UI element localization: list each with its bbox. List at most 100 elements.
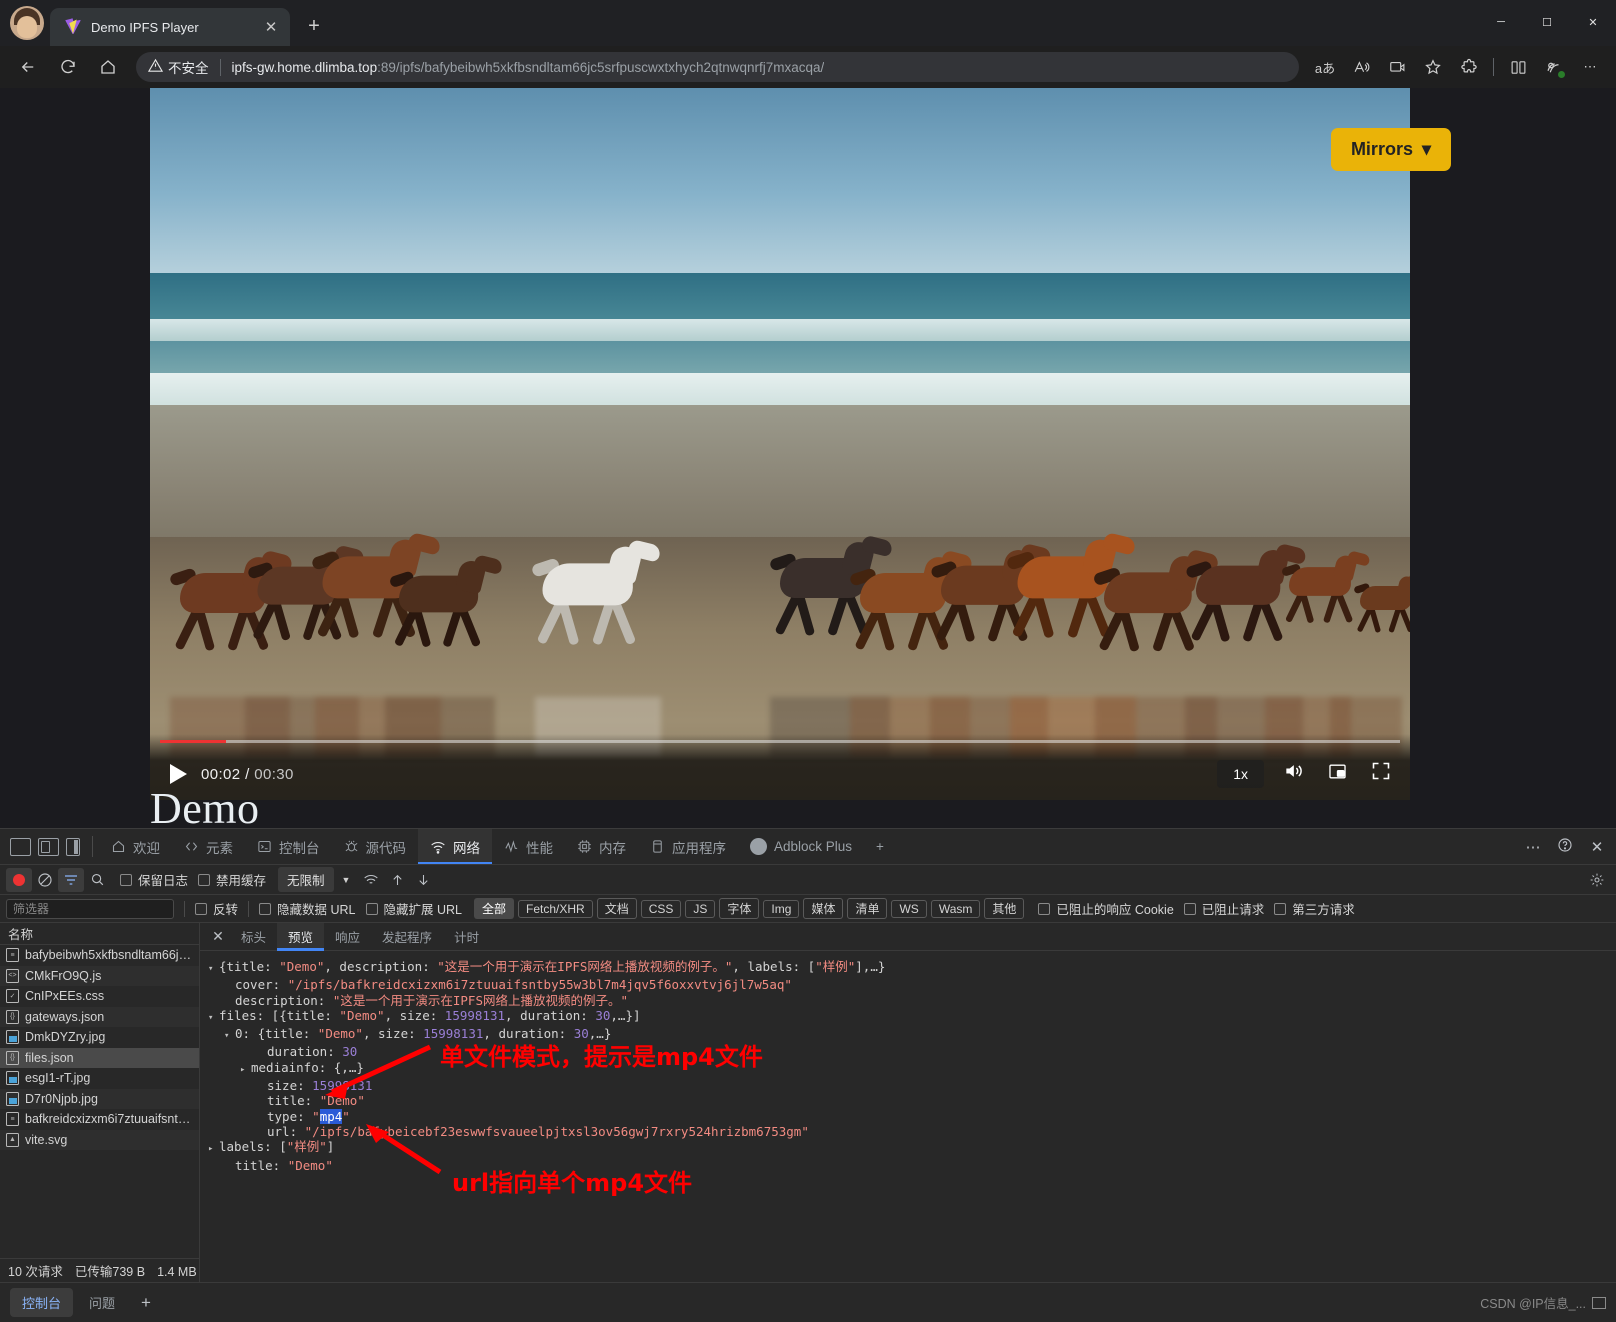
import-har-icon[interactable] (384, 868, 410, 892)
resource-type-css[interactable]: CSS (640, 899, 682, 918)
inspect-element-icon[interactable] (10, 837, 31, 856)
mirrors-button[interactable]: Mirrors ▾ (1330, 128, 1451, 171)
filter-active-icon[interactable] (58, 867, 84, 892)
json-line[interactable]: ▾ {title: "Demo", description: "这是一个用于演示在… (208, 959, 1612, 977)
devtools-add-tab[interactable]: + (864, 829, 896, 864)
disclosure-triangle-icon[interactable]: ▸ (208, 1142, 219, 1157)
record-stop-icon[interactable] (6, 867, 32, 892)
json-line[interactable]: ▸ mediainfo: {,…} (208, 1060, 1612, 1078)
devtools-tab-network[interactable]: 网络 (418, 829, 492, 864)
json-line[interactable]: size: 15998131 (208, 1078, 1612, 1093)
playback-rate-button[interactable]: 1x (1217, 760, 1264, 788)
request-row[interactable]: ▲ vite.svg (0, 1129, 199, 1150)
home-icon[interactable] (91, 50, 125, 84)
resource-type--[interactable]: 字体 (719, 898, 760, 919)
drawer-add-tab[interactable]: + (131, 1293, 161, 1313)
disclosure-triangle-icon[interactable]: ▾ (224, 1029, 235, 1044)
json-line[interactable]: ▾ 0: {title: "Demo", size: 15998131, dura… (208, 1026, 1612, 1044)
json-line[interactable]: description: "这是一个用于演示在IPFS网络上播放视频的例子。" (208, 993, 1612, 1008)
detail-tab-headers[interactable]: 标头 (230, 923, 277, 951)
json-line[interactable]: cover: "/ipfs/bafkreidcxizxm6i7ztuuaifsn… (208, 977, 1612, 992)
drawer-tab-console[interactable]: 控制台 (10, 1288, 74, 1317)
json-line[interactable]: title: "Demo" (208, 1158, 1612, 1173)
media-cast-icon[interactable] (1382, 52, 1412, 82)
disclosure-triangle-icon[interactable]: ▾ (208, 1011, 219, 1026)
json-line[interactable]: ▸ labels: ["样例"] (208, 1139, 1612, 1157)
close-icon[interactable]: ✕ (260, 16, 282, 38)
resource-type--[interactable]: 全部 (473, 898, 514, 919)
drawer-tab-issues[interactable]: 问题 (77, 1288, 127, 1317)
hide-data-urls-checkbox[interactable]: 隐藏数据 URL (259, 899, 356, 918)
json-line[interactable]: ▾ files: [{title: "Demo", size: 15998131,… (208, 1008, 1612, 1026)
devtools-tab-application[interactable]: 应用程序 (638, 829, 738, 864)
json-line[interactable]: url: "/ipfs/bafybeicebf23eswwfsvaueelpjt… (208, 1124, 1612, 1139)
collections-icon[interactable] (1539, 52, 1569, 82)
preserve-log-checkbox[interactable]: 保留日志 (120, 870, 188, 889)
network-conditions-icon[interactable] (358, 868, 384, 892)
resource-type-js[interactable]: JS (685, 899, 716, 918)
minimize-button[interactable]: ─ (1478, 0, 1524, 44)
json-line[interactable]: title: "Demo" (208, 1093, 1612, 1108)
invert-checkbox[interactable]: 反转 (195, 899, 238, 918)
picture-in-picture-icon[interactable] (1322, 762, 1352, 787)
devtools-tab-sources[interactable]: 源代码 (332, 829, 419, 864)
progress-bar[interactable] (160, 740, 1400, 743)
request-row[interactable]: ≡ bafybeibwh5xkfbsndltam66jc5... (0, 945, 199, 966)
read-aloud-icon[interactable] (1346, 52, 1376, 82)
back-icon[interactable] (11, 50, 45, 84)
json-line[interactable]: duration: 30 (208, 1044, 1612, 1059)
json-line[interactable]: type: "mp4" (208, 1108, 1612, 1124)
close-icon[interactable]: ✕ (206, 925, 230, 949)
clear-icon[interactable] (32, 868, 58, 892)
blocked-requests-checkbox[interactable]: 已阻止请求 (1183, 899, 1264, 918)
request-row[interactable]: DmkDYZry.jpg (0, 1027, 199, 1048)
resource-type-wasm[interactable]: Wasm (930, 899, 981, 918)
new-tab-button[interactable]: + (299, 11, 329, 41)
dock-side-icon[interactable] (66, 837, 80, 856)
help-icon[interactable] (1554, 837, 1576, 857)
third-party-checkbox[interactable]: 第三方请求 (1274, 899, 1355, 918)
chevron-down-icon[interactable]: ▼ (342, 875, 351, 885)
request-row[interactable]: <> CMkFrO9Q.js (0, 965, 199, 986)
close-devtools-icon[interactable]: ✕ (1586, 838, 1608, 856)
fullscreen-icon[interactable] (1366, 761, 1396, 787)
disable-cache-checkbox[interactable]: 禁用缓存 (198, 870, 266, 889)
disclosure-triangle-icon[interactable]: ▾ (208, 962, 219, 977)
reload-icon[interactable] (51, 50, 85, 84)
settings-more-icon[interactable]: ⋯ (1575, 52, 1605, 82)
request-row[interactable]: {} files.json (0, 1047, 199, 1068)
gear-icon[interactable] (1584, 868, 1610, 892)
json-preview[interactable]: ▾ {title: "Demo", description: "这是一个用于演示在… (200, 951, 1616, 1282)
video-player[interactable]: 00:02 / 00:30 1x (150, 88, 1410, 800)
request-row[interactable]: esgI1-rT.jpg (0, 1068, 199, 1089)
detail-tab-response[interactable]: 响应 (324, 923, 371, 951)
volume-icon[interactable] (1278, 761, 1308, 787)
disclosure-triangle-icon[interactable]: ▸ (240, 1063, 251, 1078)
devtools-tab-welcome[interactable]: 欢迎 (99, 829, 172, 864)
resource-type-fetch-xhr[interactable]: Fetch/XHR (518, 899, 593, 918)
throttling-select[interactable]: 无限制 (278, 867, 334, 892)
request-row[interactable]: {} gateways.json (0, 1006, 199, 1027)
resource-type-img[interactable]: Img (763, 899, 800, 918)
hide-ext-urls-checkbox[interactable]: 隐藏扩展 URL (365, 899, 462, 918)
resource-type--[interactable]: 清单 (847, 898, 888, 919)
maximize-button[interactable]: ☐ (1524, 0, 1570, 44)
extensions-icon[interactable] (1454, 52, 1484, 82)
resource-type--[interactable]: 其他 (984, 898, 1025, 919)
detail-tab-timing[interactable]: 计时 (443, 923, 490, 951)
play-icon[interactable] (170, 764, 187, 784)
resource-type-ws[interactable]: WS (891, 899, 927, 918)
blocked-cookies-checkbox[interactable]: 已阻止的响应 Cookie (1038, 899, 1174, 918)
devtools-tab-elements[interactable]: 元素 (172, 829, 245, 864)
more-options-icon[interactable]: ⋯ (1522, 838, 1544, 856)
export-har-icon[interactable] (410, 868, 436, 892)
detail-tab-preview[interactable]: 预览 (277, 922, 325, 951)
split-screen-icon[interactable] (1503, 52, 1533, 82)
resource-type--[interactable]: 媒体 (803, 898, 844, 919)
detail-tab-initiator[interactable]: 发起程序 (371, 923, 443, 951)
favorite-star-icon[interactable] (1418, 52, 1448, 82)
search-icon[interactable] (84, 868, 110, 892)
resource-type--[interactable]: 文档 (596, 898, 637, 919)
devtools-tab-adblock[interactable]: Adblock Plus (738, 829, 864, 864)
column-header-name[interactable]: 名称 (0, 923, 199, 945)
